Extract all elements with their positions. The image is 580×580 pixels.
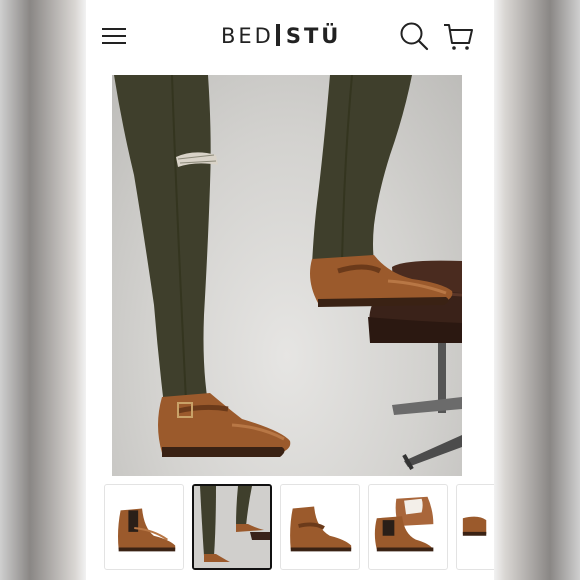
product-page: BED STÜ: [86, 0, 494, 580]
right-leg: [312, 75, 412, 265]
hamburger-menu-icon[interactable]: [100, 24, 128, 48]
left-leg: [114, 75, 211, 405]
thumbnail-boot-side-profile[interactable]: [280, 484, 360, 570]
thumbnail-strip: [104, 484, 494, 572]
thumbnail-boot-partial[interactable]: [456, 484, 494, 570]
thumbnail-boots-pair-angle[interactable]: [368, 484, 448, 570]
brand-name-right: STÜ: [285, 24, 342, 48]
thumbnail-side-view-boot[interactable]: [104, 484, 184, 570]
main-product-image[interactable]: [112, 75, 462, 476]
shopping-cart-icon[interactable]: [442, 20, 474, 52]
site-header: BED STÜ: [86, 0, 494, 72]
brand-name-left: BED: [221, 24, 274, 48]
search-icon[interactable]: [398, 20, 430, 52]
thumbnail-model-standing-boots[interactable]: [192, 484, 272, 570]
brand-divider: [275, 24, 280, 46]
brand-logo[interactable]: BED STÜ: [221, 22, 341, 50]
